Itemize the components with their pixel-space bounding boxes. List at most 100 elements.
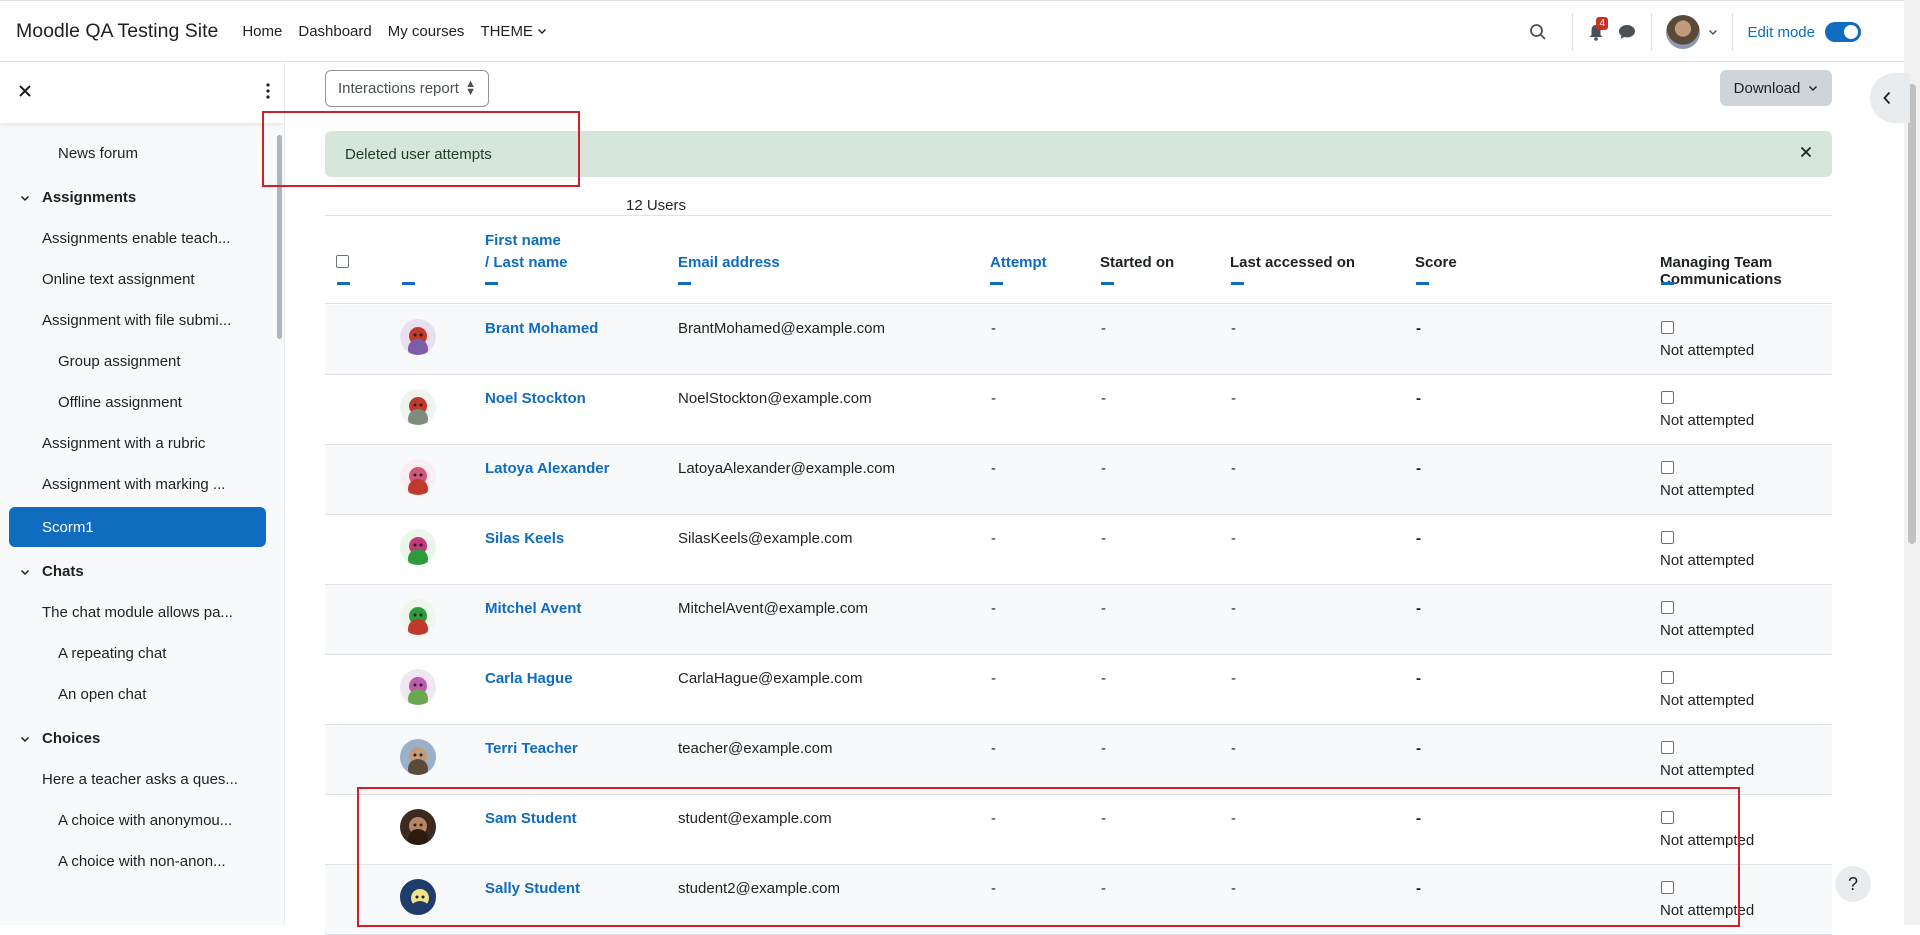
help-button[interactable]: ? — [1835, 866, 1871, 902]
column-header-interaction: Managing Team Communications — [1660, 254, 1782, 288]
navbar-divider — [1572, 13, 1574, 51]
user-name-link[interactable]: Carla Hague — [485, 670, 573, 687]
avatar[interactable] — [400, 739, 436, 775]
attempt-value: - — [991, 320, 996, 337]
interaction-status: Not attempted — [1660, 692, 1755, 709]
notification-count-badge: 4 — [1596, 17, 1609, 30]
interaction-status: Not attempted — [1660, 342, 1755, 359]
interaction-checkbox[interactable] — [1661, 601, 1674, 614]
course-index-item[interactable]: Assignment with file submi... — [42, 312, 231, 329]
course-index-section[interactable]: Choices — [20, 730, 100, 747]
course-index-item[interactable]: Assignment with marking ... — [42, 476, 225, 493]
collapse-column-icon[interactable] — [1231, 282, 1244, 285]
course-index-item[interactable]: Assignment with a rubric — [42, 435, 205, 452]
column-header-attempt[interactable]: Attempt — [990, 254, 1047, 271]
interaction-checkbox[interactable] — [1661, 461, 1674, 474]
course-index-item[interactable]: Offline assignment — [58, 394, 182, 411]
more-options-icon[interactable] — [266, 83, 270, 103]
collapse-column-icon[interactable] — [990, 282, 1003, 285]
page-scrollbar[interactable] — [1904, 0, 1920, 925]
interaction-checkbox[interactable] — [1661, 531, 1674, 544]
course-index-item[interactable]: Group assignment — [58, 353, 181, 370]
site-name[interactable]: Moodle QA Testing Site — [16, 20, 218, 43]
toggle-switch[interactable] — [1825, 22, 1861, 42]
edit-mode-toggle[interactable]: Edit mode — [1747, 22, 1861, 42]
report-type-select[interactable]: Interactions report ▲ ▼ — [325, 70, 489, 107]
navbar-divider — [1732, 13, 1734, 51]
column-header-last-name[interactable]: / Last name — [485, 254, 568, 271]
user-email: MitchelAvent@example.com — [678, 600, 869, 617]
user-email: teacher@example.com — [678, 740, 833, 757]
user-email: BrantMohamed@example.com — [678, 320, 885, 337]
course-index-section[interactable]: Assignments — [20, 189, 136, 206]
select-all-checkbox[interactable] — [336, 255, 349, 268]
score-value: - — [1416, 530, 1421, 547]
avatar[interactable] — [400, 669, 436, 705]
course-index-item[interactable]: Online text assignment — [42, 271, 195, 288]
attempt-value: - — [991, 530, 996, 547]
collapse-column-icon[interactable] — [1101, 282, 1114, 285]
collapse-column-icon[interactable] — [485, 282, 498, 285]
course-index-item-active[interactable]: Scorm1 — [9, 507, 266, 547]
avatar[interactable] — [400, 599, 436, 635]
interaction-checkbox[interactable] — [1661, 741, 1674, 754]
nav-dashboard[interactable]: Dashboard — [298, 23, 371, 40]
scrollbar-thumb[interactable] — [1908, 84, 1916, 544]
user-name-link[interactable]: Mitchel Avent — [485, 600, 581, 617]
interaction-checkbox[interactable] — [1661, 321, 1674, 334]
user-name-link[interactable]: Terri Teacher — [485, 740, 578, 757]
search-icon[interactable] — [1520, 14, 1556, 50]
user-name-link[interactable]: Noel Stockton — [485, 390, 586, 407]
column-header-first-name[interactable]: First name — [485, 232, 561, 249]
attempt-value: - — [991, 390, 996, 407]
highlight-box — [262, 111, 580, 187]
collapse-column-icon[interactable] — [678, 282, 691, 285]
column-header-email[interactable]: Email address — [678, 254, 780, 271]
score-value: - — [1416, 460, 1421, 477]
user-name-link[interactable]: Latoya Alexander — [485, 460, 610, 477]
avatar[interactable] — [400, 389, 436, 425]
bell-icon[interactable]: 4 — [1587, 17, 1609, 41]
close-icon[interactable] — [1800, 145, 1812, 162]
course-index-section[interactable]: Chats — [20, 563, 84, 580]
collapse-column-icon[interactable] — [337, 282, 350, 285]
block-drawer-toggle[interactable] — [1870, 73, 1910, 123]
interaction-status: Not attempted — [1660, 762, 1755, 779]
course-index-item[interactable]: Here a teacher asks a ques... — [42, 771, 238, 788]
close-icon[interactable] — [18, 84, 32, 102]
user-menu[interactable] — [1666, 15, 1718, 49]
avatar[interactable] — [400, 459, 436, 495]
course-index-item[interactable]: The chat module allows pa... — [42, 604, 233, 621]
user-name-link[interactable]: Brant Mohamed — [485, 320, 598, 337]
course-index-item[interactable]: A choice with anonymou... — [58, 812, 232, 829]
course-index-item[interactable]: A repeating chat — [58, 645, 166, 662]
course-index-item[interactable]: A choice with non-anon... — [58, 853, 226, 870]
started-on-value: - — [1101, 600, 1106, 617]
nav-theme-menu[interactable]: THEME — [480, 23, 547, 40]
user-email: SilasKeels@example.com — [678, 530, 853, 547]
avatar[interactable] — [400, 529, 436, 565]
nav-theme-label: THEME — [480, 22, 533, 40]
collapse-column-icon[interactable] — [1416, 282, 1429, 285]
collapse-column-icon[interactable] — [1661, 282, 1674, 285]
course-index-item[interactable]: News forum — [58, 145, 138, 162]
course-index-item[interactable]: Assignments enable teach... — [42, 230, 230, 247]
attempt-value: - — [991, 740, 996, 757]
nav-my-courses[interactable]: My courses — [388, 23, 465, 40]
nav-home[interactable]: Home — [242, 23, 282, 40]
interaction-status: Not attempted — [1660, 482, 1755, 499]
avatar[interactable] — [400, 319, 436, 355]
chat-bubble-icon[interactable] — [1617, 22, 1637, 42]
collapse-column-icon[interactable] — [402, 282, 415, 285]
last-accessed-value: - — [1231, 320, 1236, 337]
interaction-checkbox[interactable] — [1661, 391, 1674, 404]
table-row: Brant Mohamed BrantMohamed@example.com - - -… — [325, 305, 1832, 375]
primary-navigation: Home Dashboard My courses THEME — [242, 23, 547, 40]
table-row: Mitchel Avent MitchelAvent@example.com - - -… — [325, 585, 1832, 655]
started-on-value: - — [1101, 670, 1106, 687]
user-name-link[interactable]: Silas Keels — [485, 530, 564, 547]
score-value: - — [1416, 670, 1421, 687]
course-index-item[interactable]: An open chat — [58, 686, 146, 703]
interaction-checkbox[interactable] — [1661, 671, 1674, 684]
download-button[interactable]: Download — [1720, 70, 1832, 106]
